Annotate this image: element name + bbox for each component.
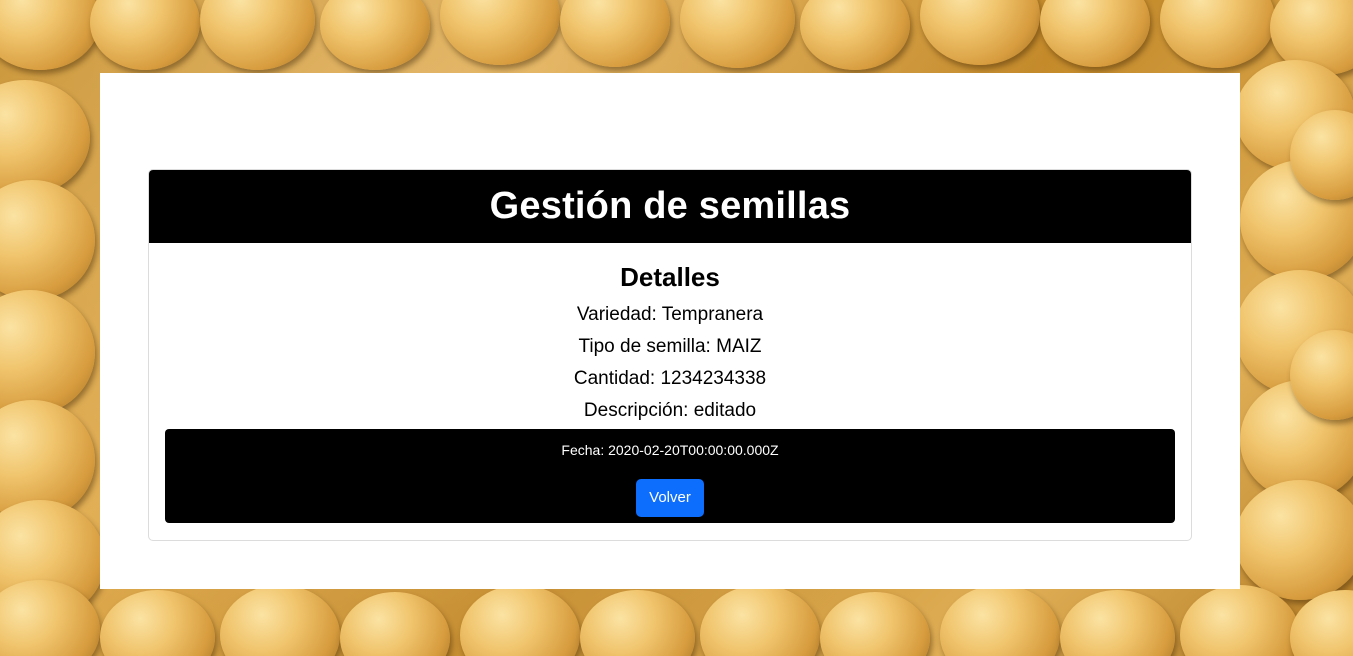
tipo-semilla-text: Tipo de semilla: MAIZ [578, 336, 762, 357]
details-body: Detalles Variedad: Tempranera Tipo de se… [149, 243, 1191, 427]
volver-button[interactable]: Volver [636, 479, 704, 517]
main-panel: Gestión de semillas Detalles Variedad: T… [100, 73, 1240, 589]
details-footer: Fecha: 2020-02-20T00:00:00.000Z Volver [165, 429, 1175, 523]
cantidad-text: Cantidad: 1234234338 [573, 368, 767, 389]
details-card: Gestión de semillas Detalles Variedad: T… [148, 169, 1192, 541]
descripcion-text: Descripción: editado [583, 400, 757, 421]
details-heading: Detalles [620, 262, 720, 292]
variedad-text: Variedad: Tempranera [576, 304, 764, 325]
page-title: Gestión de semillas [149, 170, 1191, 243]
fecha-text: Fecha: 2020-02-20T00:00:00.000Z [561, 442, 779, 458]
